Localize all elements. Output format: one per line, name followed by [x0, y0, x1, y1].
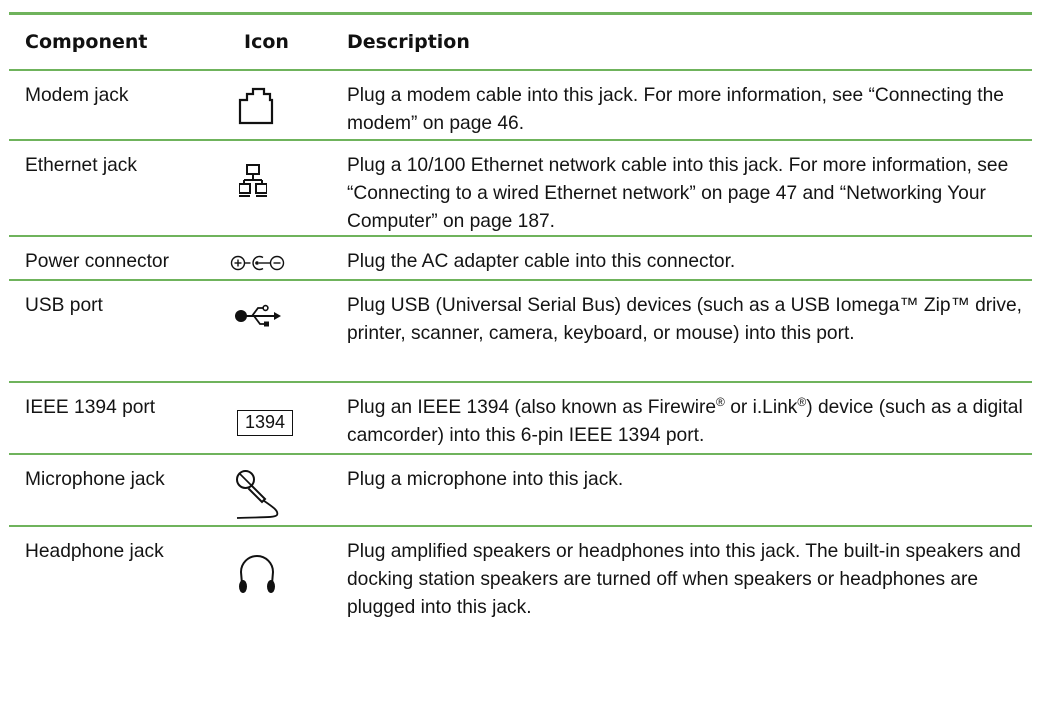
description: Plug a modem cable into this jack. For m… [347, 85, 1004, 134]
component-name: IEEE 1394 port [25, 397, 156, 418]
modem-jack-icon [236, 87, 276, 127]
table-row-power-connector: Power connector Plug the AC adapter cabl… [9, 237, 1032, 281]
table-row-ieee1394-port: IEEE 1394 port 1394 Plug an IEEE 1394 (a… [9, 383, 1032, 455]
table-row-microphone-jack: Microphone jack Plug a microphone into t… [9, 455, 1032, 527]
header-component: Component [25, 31, 148, 53]
description: Plug an IEEE 1394 (also known as Firewir… [347, 383, 1032, 453]
component-name: Power connector [25, 251, 169, 272]
header-description: Description [347, 31, 470, 53]
component-name: Headphone jack [25, 541, 164, 562]
table-row-modem-jack: Modem jack Plug a modem cable into this … [9, 71, 1032, 141]
description-part: or i.Link [724, 397, 798, 418]
microphone-icon [235, 467, 285, 521]
headphones-icon [237, 552, 277, 596]
dc-power-icon [230, 253, 286, 273]
description: Plug amplified speakers or headphones in… [347, 541, 1021, 618]
description: Plug USB (Universal Serial Bus) devices … [347, 295, 1023, 344]
component-name: Ethernet jack [25, 155, 137, 176]
registered-mark: ® [797, 395, 807, 409]
table-row-ethernet-jack: Ethernet jack Plug a 10/100 Ethernet net… [9, 141, 1032, 237]
description-part: Plug an IEEE 1394 (also known as Firewir… [347, 397, 717, 418]
ieee1394-icon: 1394 [237, 410, 293, 436]
description: Plug a 10/100 Ethernet network cable int… [347, 155, 1009, 232]
network-icon [239, 163, 267, 199]
table-row-headphone-jack: Headphone jack Plug amplified speakers o… [9, 527, 1032, 631]
description: Plug the AC adapter cable into this conn… [347, 251, 736, 272]
registered-mark: ® [716, 395, 725, 409]
components-table: Component Icon Description Modem jack Pl… [9, 12, 1032, 631]
usb-icon [234, 303, 282, 329]
component-name: Microphone jack [25, 469, 165, 490]
table-row-usb-port: USB port Plug USB (Universal Serial Bus)… [9, 281, 1032, 383]
component-name: Modem jack [25, 85, 129, 106]
header-icon: Icon [244, 31, 289, 53]
description: Plug a microphone into this jack. [347, 469, 624, 490]
table-header-row: Component Icon Description [9, 15, 1032, 71]
component-name: USB port [25, 295, 103, 316]
